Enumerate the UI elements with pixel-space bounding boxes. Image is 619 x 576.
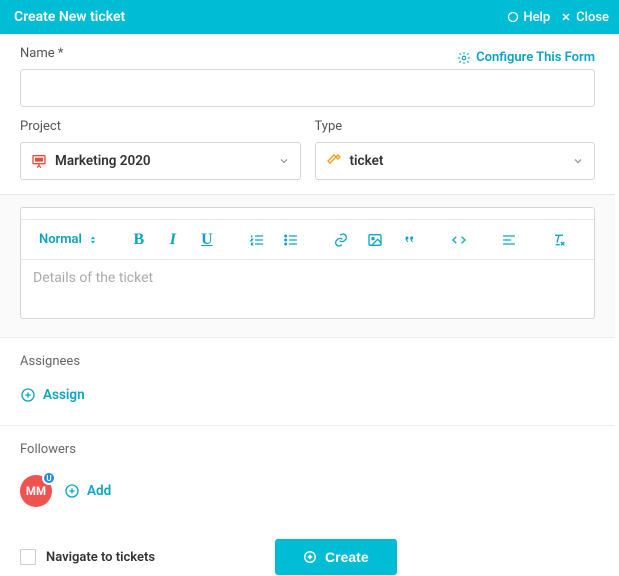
code-button[interactable] (442, 224, 476, 256)
follower-avatar[interactable]: MM U (20, 475, 52, 507)
ordered-list-button[interactable] (240, 224, 274, 256)
modal-title: Create New ticket (14, 9, 497, 25)
editor-toolbar: Normal B I U (21, 220, 594, 260)
followers-section: Followers MM U Add (0, 425, 615, 525)
chevron-down-icon (572, 155, 584, 167)
format-label: Normal (39, 232, 82, 247)
create-button[interactable]: Create (275, 539, 397, 575)
close-button[interactable]: Close (560, 10, 609, 25)
assignees-label: Assignees (20, 354, 595, 369)
italic-button[interactable]: I (156, 224, 190, 256)
presentation-icon (31, 153, 47, 169)
checkbox-box (20, 549, 36, 565)
close-icon (560, 11, 572, 23)
project-select[interactable]: Marketing 2020 (20, 142, 301, 180)
navigate-label: Navigate to tickets (46, 550, 155, 565)
link-button[interactable] (324, 224, 358, 256)
unordered-list-button[interactable] (274, 224, 308, 256)
avatar-badge: U (42, 471, 56, 485)
bold-button[interactable]: B (122, 224, 156, 256)
rich-text-editor: Normal B I U Deta (20, 207, 595, 319)
plus-circle-icon (303, 550, 317, 564)
modal-header: Create New ticket Help Close (0, 0, 619, 34)
project-label: Project (20, 119, 301, 134)
underline-button[interactable]: U (190, 224, 224, 256)
help-icon (507, 11, 519, 23)
followers-label: Followers (20, 442, 595, 457)
add-follower-button[interactable]: Add (64, 483, 111, 499)
footer: Navigate to tickets Create (0, 539, 615, 575)
name-label: Name * (20, 46, 63, 61)
type-select[interactable]: ticket (315, 142, 596, 180)
gear-icon (457, 51, 471, 65)
editor-textarea[interactable]: Details of the ticket (21, 260, 594, 318)
align-button[interactable] (492, 224, 526, 256)
help-button[interactable]: Help (507, 10, 550, 25)
chevron-down-icon (278, 155, 290, 167)
help-label: Help (523, 10, 550, 25)
plus-circle-icon (20, 387, 36, 403)
editor-top-bar (21, 208, 594, 220)
assign-button[interactable]: Assign (20, 387, 85, 403)
plus-circle-icon (64, 483, 80, 499)
assignees-section: Assignees Assign (0, 337, 615, 425)
format-dropdown[interactable]: Normal (31, 228, 106, 251)
sort-icon (88, 234, 98, 246)
clear-format-button[interactable] (542, 224, 576, 256)
create-label: Create (325, 549, 369, 565)
configure-form-button[interactable]: Configure This Form (457, 50, 595, 65)
modal-body[interactable]: Name * Configure This Form Project Marke… (0, 34, 619, 576)
configure-form-label: Configure This Form (476, 50, 595, 65)
type-selected-text: ticket (350, 153, 384, 169)
assign-label: Assign (43, 387, 85, 403)
add-follower-label: Add (87, 483, 111, 499)
type-label: Type (315, 119, 596, 134)
navigate-checkbox[interactable]: Navigate to tickets (20, 549, 155, 565)
close-label: Close (576, 10, 609, 25)
name-input[interactable] (20, 69, 595, 107)
quote-button[interactable] (392, 224, 426, 256)
avatar-initials: MM (26, 484, 46, 498)
project-selected-text: Marketing 2020 (55, 153, 151, 169)
ticket-icon (326, 153, 342, 169)
image-button[interactable] (358, 224, 392, 256)
